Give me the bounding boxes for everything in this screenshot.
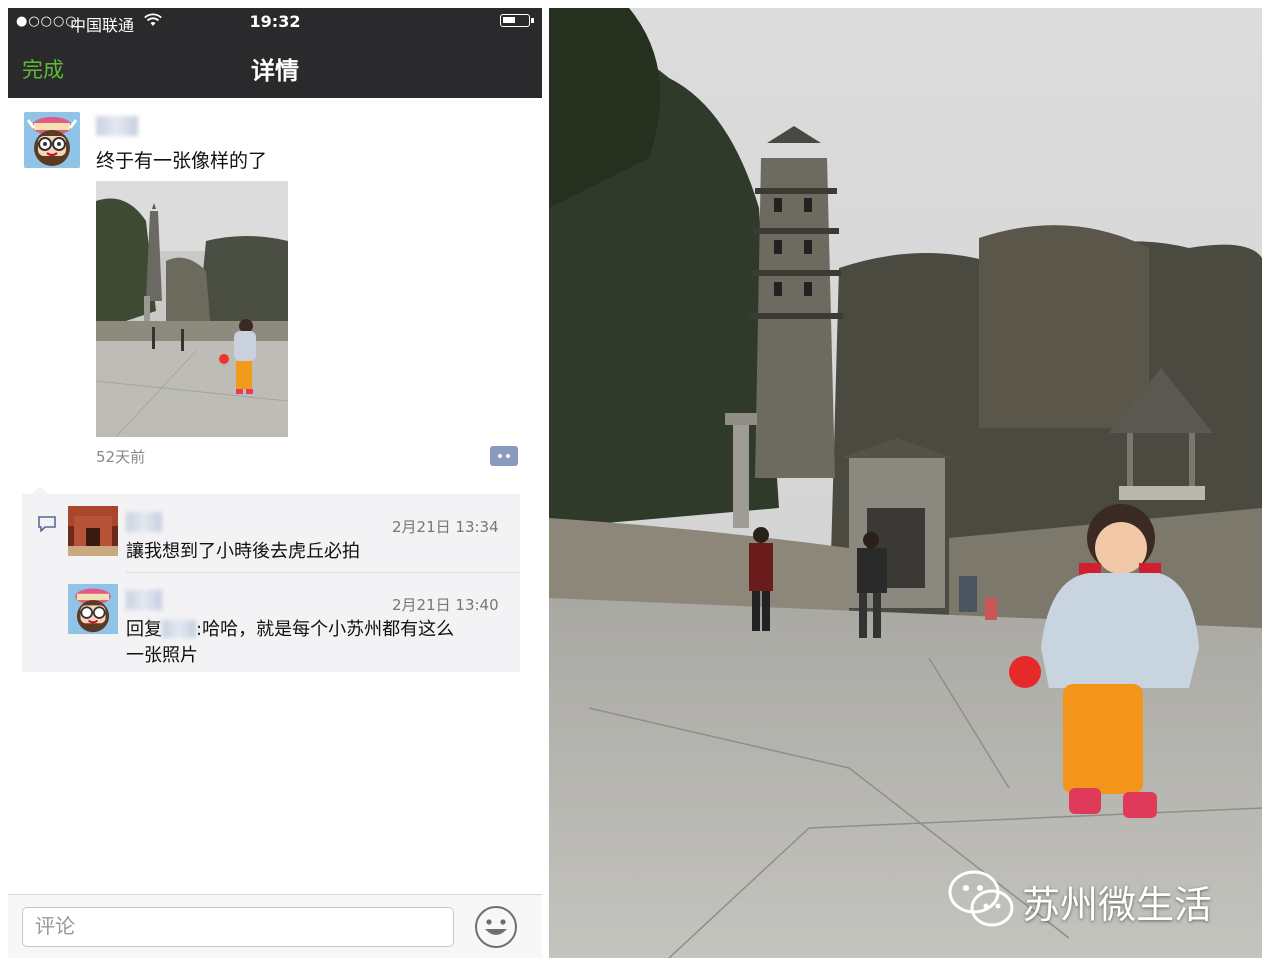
- tiger-hill-photo: [549, 8, 1262, 958]
- full-photo: [549, 8, 1262, 958]
- post-text: 终于有一张像样的了: [96, 150, 268, 172]
- comments-pointer: [32, 486, 48, 494]
- emoji-icon[interactable]: [474, 905, 518, 949]
- phone-screen: ●○○○○ 中国联通 19:32 完成 详情 终于有一张像样的了 52天前 2月…: [8, 8, 542, 958]
- comment-2-text: 回复 :哈哈，就是每个小苏州都有这么 一张照片: [126, 617, 516, 669]
- reply-prefix: 回复: [126, 619, 162, 640]
- nav-bar: 完成 详情: [8, 36, 542, 98]
- watermark-text: 苏州微生活: [1022, 883, 1213, 927]
- commenter-1-name-blurred[interactable]: [126, 512, 162, 532]
- battery-icon: [500, 14, 534, 27]
- comment-2-date: 2月21日 13:40: [392, 596, 499, 614]
- more-options-icon[interactable]: [490, 446, 518, 466]
- post-photo-thumbnail[interactable]: [96, 181, 288, 437]
- comment-divider: [126, 572, 520, 573]
- status-bar: ●○○○○ 中国联通 19:32: [8, 8, 542, 36]
- comment-1-text: 讓我想到了小時後去虎丘必拍: [126, 541, 360, 562]
- comment-1-date: 2月21日 13:34: [392, 518, 499, 536]
- comment-input[interactable]: [22, 907, 454, 947]
- arale-avatar-icon: [24, 112, 80, 168]
- commenter-2-name-blurred[interactable]: [126, 590, 162, 610]
- comment-input-bar: [8, 894, 542, 958]
- comment-2-line2: 一张照片: [126, 645, 198, 666]
- wechat-logo-icon: [948, 870, 1014, 927]
- author-name-blurred[interactable]: [96, 116, 138, 136]
- author-avatar[interactable]: [24, 112, 80, 168]
- reply-target-blurred[interactable]: [162, 620, 196, 638]
- page-title: 详情: [251, 57, 299, 85]
- comments-panel: 2月21日 13:34 讓我想到了小時後去虎丘必拍 2月21日 13:40 回复…: [22, 494, 520, 672]
- post-timestamp: 52天前: [96, 448, 146, 466]
- commenter-1-avatar[interactable]: [68, 506, 118, 556]
- comment-bubble-icon: [38, 516, 56, 532]
- commenter-2-avatar[interactable]: [68, 584, 118, 634]
- clock: 19:32: [249, 12, 301, 31]
- comment-2-line1: :哈哈，就是每个小苏州都有这么: [196, 619, 455, 640]
